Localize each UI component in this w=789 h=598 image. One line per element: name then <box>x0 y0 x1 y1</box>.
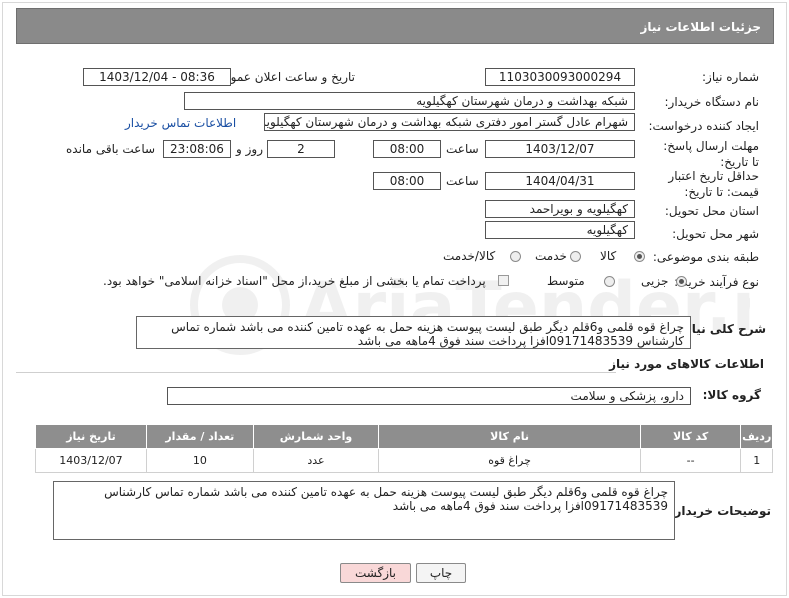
table-row[interactable]: 1 -- چراغ قوه عدد 10 1403/12/07 <box>35 448 773 473</box>
goods-group-field[interactable]: دارو، پزشکی و سلامت <box>167 387 691 405</box>
process-option-minor: جزیی <box>641 274 669 288</box>
goods-section-title: اطلاعات کالاهای مورد نیاز <box>609 357 764 371</box>
general-desc-label: شرح کلی نیاز: <box>680 322 766 336</box>
deadline-label: مهلت ارسال پاسخ: تا تاریخ: <box>663 139 759 169</box>
need-number-field[interactable]: 1103030093000294 <box>485 68 635 86</box>
back-button[interactable]: بازگشت <box>340 563 411 583</box>
col-code-header: کد کالا <box>639 424 742 449</box>
remaining-time-field[interactable]: 23:08:06 <box>163 140 231 158</box>
validity-time-label: ساعت <box>446 174 479 188</box>
page-title: جزئیات اطلاعات نیاز <box>640 20 761 34</box>
category-option-goods-service: کالا/خدمت <box>443 249 496 263</box>
category-option-goods: کالا <box>600 249 617 263</box>
print-button[interactable]: چاپ <box>416 563 466 583</box>
cell-row: 1 <box>740 448 773 473</box>
buyer-contact-link[interactable]: اطلاعات تماس خریدار <box>125 116 236 130</box>
days-field[interactable]: 2 <box>267 140 335 158</box>
province-field[interactable]: کهگیلویه و بویراحمد <box>485 200 635 218</box>
announce-date-field[interactable]: 1403/12/04 - 08:36 <box>83 68 231 86</box>
city-label: شهر محل تحویل: <box>672 227 759 241</box>
announce-label: تاریخ و ساعت اعلان عمومی: <box>210 70 355 84</box>
validity-label: حداقل تاریخ اعتبار قیمت: تا تاریخ: <box>668 169 759 199</box>
province-label: استان محل تحویل: <box>664 204 759 218</box>
creator-label: ایجاد کننده درخواست: <box>648 119 759 133</box>
col-row-header: ردیف <box>740 424 773 449</box>
city-field[interactable]: کهگیلویه <box>485 221 635 239</box>
remaining-label: ساعت باقی مانده <box>66 142 156 156</box>
category-radio-goods[interactable] <box>634 251 645 262</box>
buyer-desc-label: توضیحات خریدار: <box>669 504 771 518</box>
category-radio-goods-service[interactable] <box>510 251 521 262</box>
deadline-time-field[interactable]: 08:00 <box>373 140 441 158</box>
category-radio-service[interactable] <box>570 251 581 262</box>
col-name-header: نام کالا <box>378 424 641 449</box>
cell-date: 1403/12/07 <box>35 448 147 473</box>
deadline-time-label: ساعت <box>446 142 479 156</box>
col-unit-header: واحد شمارش <box>252 424 380 449</box>
buyer-label: نام دستگاه خریدار: <box>664 95 760 109</box>
cell-qty: 10 <box>145 448 254 473</box>
process-radio-medium[interactable] <box>604 276 615 287</box>
process-option-medium: متوسط <box>547 274 585 288</box>
buyer-field[interactable]: شبکه بهداشت و درمان شهرستان کهگیلویه <box>184 92 635 110</box>
goods-group-label: گروه کالا: <box>702 388 761 402</box>
table-header-row: ردیف کد کالا نام کالا واحد شمارش تعداد /… <box>35 424 773 449</box>
validity-date-field[interactable]: 1404/04/31 <box>485 172 635 190</box>
buyer-desc-box[interactable]: چراغ قوه قلمی و6قلم دیگر طبق لیست پیوست … <box>53 481 675 540</box>
days-label: روز و <box>236 142 263 156</box>
process-radio-minor[interactable] <box>676 276 687 287</box>
validity-time-field[interactable]: 08:00 <box>373 172 441 190</box>
general-desc-box[interactable]: چراغ قوه قلمی و6قلم دیگر طبق لیست پیوست … <box>136 316 691 349</box>
col-date-header: تاریخ نیاز <box>35 424 147 449</box>
treasury-payment-checkbox[interactable] <box>498 275 509 286</box>
items-table: ردیف کد کالا نام کالا واحد شمارش تعداد /… <box>35 424 773 473</box>
category-option-service: خدمت <box>535 249 567 263</box>
deadline-date-field[interactable]: 1403/12/07 <box>485 140 635 158</box>
creator-field[interactable]: شهرام عادل گستر امور دفتری شبکه بهداشت و… <box>264 113 635 131</box>
category-label: طبقه بندی موضوعی: <box>652 250 759 264</box>
section-divider <box>16 372 616 373</box>
cell-code: -- <box>639 448 742 473</box>
need-number-label: شماره نیاز: <box>702 70 759 84</box>
process-note: پرداخت تمام یا بخشی از مبلغ خرید،از محل … <box>103 274 486 288</box>
cell-name: چراغ قوه <box>378 448 641 473</box>
cell-unit: عدد <box>252 448 380 473</box>
col-qty-header: تعداد / مقدار <box>145 424 254 449</box>
page-header: جزئیات اطلاعات نیاز <box>16 8 774 44</box>
